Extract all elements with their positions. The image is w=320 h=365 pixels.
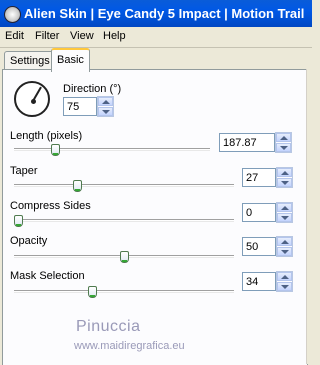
window-title: Alien Skin | Eye Candy 5 Impact | Motion…: [24, 6, 305, 21]
direction-dial-hub: [31, 99, 36, 104]
opacity-input[interactable]: 50: [242, 237, 276, 256]
compress-sides-label: Compress Sides: [10, 200, 91, 212]
compress-sides-input[interactable]: 0: [242, 203, 276, 222]
tab-strip: Settings Basic: [0, 48, 312, 72]
taper-input[interactable]: 27: [242, 168, 276, 187]
compress-sides-slider-track[interactable]: [14, 219, 234, 222]
length-spinner[interactable]: [275, 132, 292, 153]
length-input[interactable]: 187.87: [219, 133, 275, 152]
mask-selection-spinner[interactable]: [276, 271, 293, 292]
taper-label: Taper: [10, 165, 38, 177]
menu-edit[interactable]: Edit: [5, 30, 24, 42]
opacity-up-arrow-icon[interactable]: [277, 237, 292, 246]
opacity-label: Opacity: [10, 235, 48, 247]
length-down-arrow-icon[interactable]: [276, 143, 291, 152]
direction-up-arrow-icon[interactable]: [98, 97, 113, 106]
app-icon: [4, 6, 21, 23]
opacity-spinner[interactable]: [276, 236, 293, 257]
compress-sides-slider-thumb[interactable]: [14, 215, 23, 227]
taper-up-arrow-icon[interactable]: [277, 168, 292, 177]
compress-sides-down-arrow-icon[interactable]: [277, 213, 292, 222]
mask-selection-slider-track[interactable]: [14, 290, 234, 293]
mask-selection-down-arrow-icon[interactable]: [277, 282, 292, 291]
taper-down-arrow-icon[interactable]: [277, 178, 292, 187]
length-slider-track[interactable]: [14, 148, 210, 151]
direction-down-arrow-icon[interactable]: [98, 107, 113, 116]
mask-selection-up-arrow-icon[interactable]: [277, 272, 292, 281]
tab-basic[interactable]: Basic: [51, 48, 90, 72]
watermark-name: Pinuccia: [76, 318, 141, 335]
menu-filter[interactable]: Filter: [35, 30, 59, 42]
watermark-url: www.maidiregrafica.eu: [74, 340, 185, 352]
title-bar: Alien Skin | Eye Candy 5 Impact | Motion…: [0, 0, 312, 27]
opacity-slider-thumb[interactable]: [120, 251, 129, 263]
panel-edge: [306, 69, 313, 364]
direction-label: Direction (°): [63, 83, 122, 95]
mask-selection-label: Mask Selection: [10, 270, 85, 282]
direction-input[interactable]: 75: [63, 97, 97, 116]
length-slider-thumb[interactable]: [51, 144, 60, 156]
length-up-arrow-icon[interactable]: [276, 133, 291, 142]
length-label: Length (pixels): [10, 130, 83, 142]
mask-selection-slider-thumb[interactable]: [88, 286, 97, 298]
mask-selection-input[interactable]: 34: [242, 272, 276, 291]
taper-slider-track[interactable]: [14, 184, 234, 187]
tab-settings[interactable]: Settings: [4, 51, 56, 70]
menu-bar: Edit Filter View Help: [0, 27, 312, 48]
direction-dial[interactable]: [14, 81, 50, 117]
compress-sides-spinner[interactable]: [276, 202, 293, 223]
compress-sides-up-arrow-icon[interactable]: [277, 203, 292, 212]
menu-help[interactable]: Help: [103, 30, 126, 42]
direction-spinner[interactable]: [97, 96, 114, 117]
taper-spinner[interactable]: [276, 167, 293, 188]
menu-view[interactable]: View: [70, 30, 94, 42]
opacity-down-arrow-icon[interactable]: [277, 247, 292, 256]
taper-slider-thumb[interactable]: [73, 180, 82, 192]
